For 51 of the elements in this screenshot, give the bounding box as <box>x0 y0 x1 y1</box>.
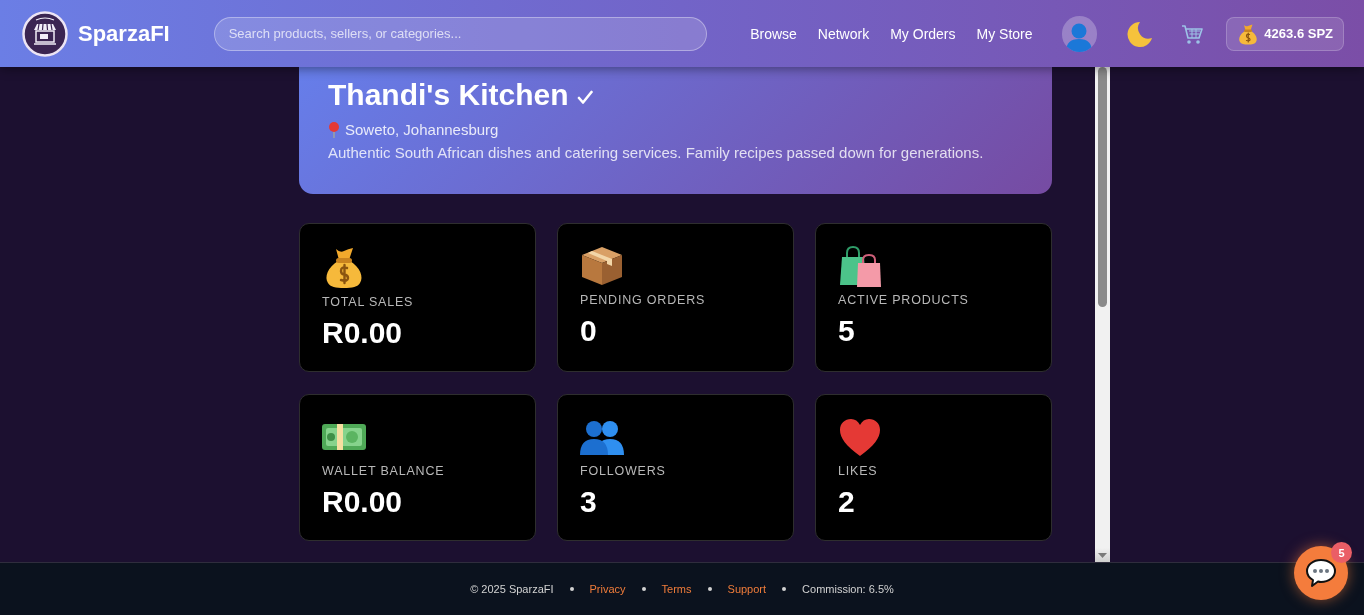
footer-link[interactable]: Terms <box>661 583 692 595</box>
moon-icon <box>1125 19 1154 48</box>
down-triangle-icon <box>1098 552 1107 558</box>
money-bag-icon <box>1237 22 1260 45</box>
footer-text: © 2025 SparzaFI <box>470 583 554 595</box>
bullet-icon <box>641 587 646 591</box>
scrollbar-thumb[interactable] <box>1098 67 1107 307</box>
package-box-icon <box>580 245 624 287</box>
footer-link[interactable]: Privacy <box>589 583 626 595</box>
store-name: Thandi's Kitchen <box>328 77 569 113</box>
stat-value: 3 <box>580 485 597 519</box>
dark-mode-button[interactable] <box>1125 19 1154 48</box>
scroll-down-button[interactable] <box>1095 548 1110 562</box>
shopping-bags-icon <box>838 245 882 287</box>
stat-value: 2 <box>838 485 855 519</box>
person-icon <box>1066 21 1093 52</box>
bullet-icon <box>782 587 787 591</box>
nav-link[interactable]: Browse <box>750 25 797 42</box>
footer-link[interactable]: Support <box>727 583 767 595</box>
bullet-icon <box>569 587 574 591</box>
stat-label: ACTIVE PRODUCTS <box>838 292 969 308</box>
footer-text: Commission: 6.5% <box>802 583 894 595</box>
heart-icon <box>838 417 882 457</box>
nav-link[interactable]: My Store <box>976 25 1033 42</box>
store-location: Soweto, Johannesburg <box>345 120 499 140</box>
brand-name: SparzaFI <box>78 20 170 47</box>
nav-link[interactable]: Network <box>817 25 870 42</box>
stat-label: WALLET BALANCE <box>322 463 445 479</box>
speech-bubble-icon <box>1305 558 1337 588</box>
profile-avatar-button[interactable] <box>1061 15 1098 52</box>
shopping-cart-icon <box>1181 22 1204 45</box>
unread-count-badge: 5 <box>1331 542 1352 563</box>
stat-label: TOTAL SALES <box>322 294 414 310</box>
banknote-icon <box>322 422 366 452</box>
wallet-balance: 4263.6 SPZ <box>1264 26 1333 41</box>
stat-value: R0.00 <box>322 485 403 519</box>
stat-value: 5 <box>838 314 855 348</box>
cart-button[interactable] <box>1181 22 1204 45</box>
stat-label: LIKES <box>838 463 878 479</box>
store-description: Authentic South African dishes and catering services. Family recipes passed down for generations. <box>328 143 985 163</box>
bullet-icon <box>707 587 712 591</box>
stat-value: 0 <box>580 314 597 348</box>
store-logo-icon[interactable] <box>22 10 68 57</box>
location-pin-icon <box>328 122 340 138</box>
nav-link[interactable]: My Orders <box>890 25 956 42</box>
stat-label: FOLLOWERS <box>580 463 666 479</box>
stat-label: PENDING ORDERS <box>580 292 706 308</box>
scrollbar[interactable] <box>1095 67 1110 562</box>
stat-value: R0.00 <box>322 316 403 350</box>
wallet-balance-button[interactable]: 4263.6 SPZ <box>1226 16 1344 51</box>
people-icon <box>580 419 624 455</box>
